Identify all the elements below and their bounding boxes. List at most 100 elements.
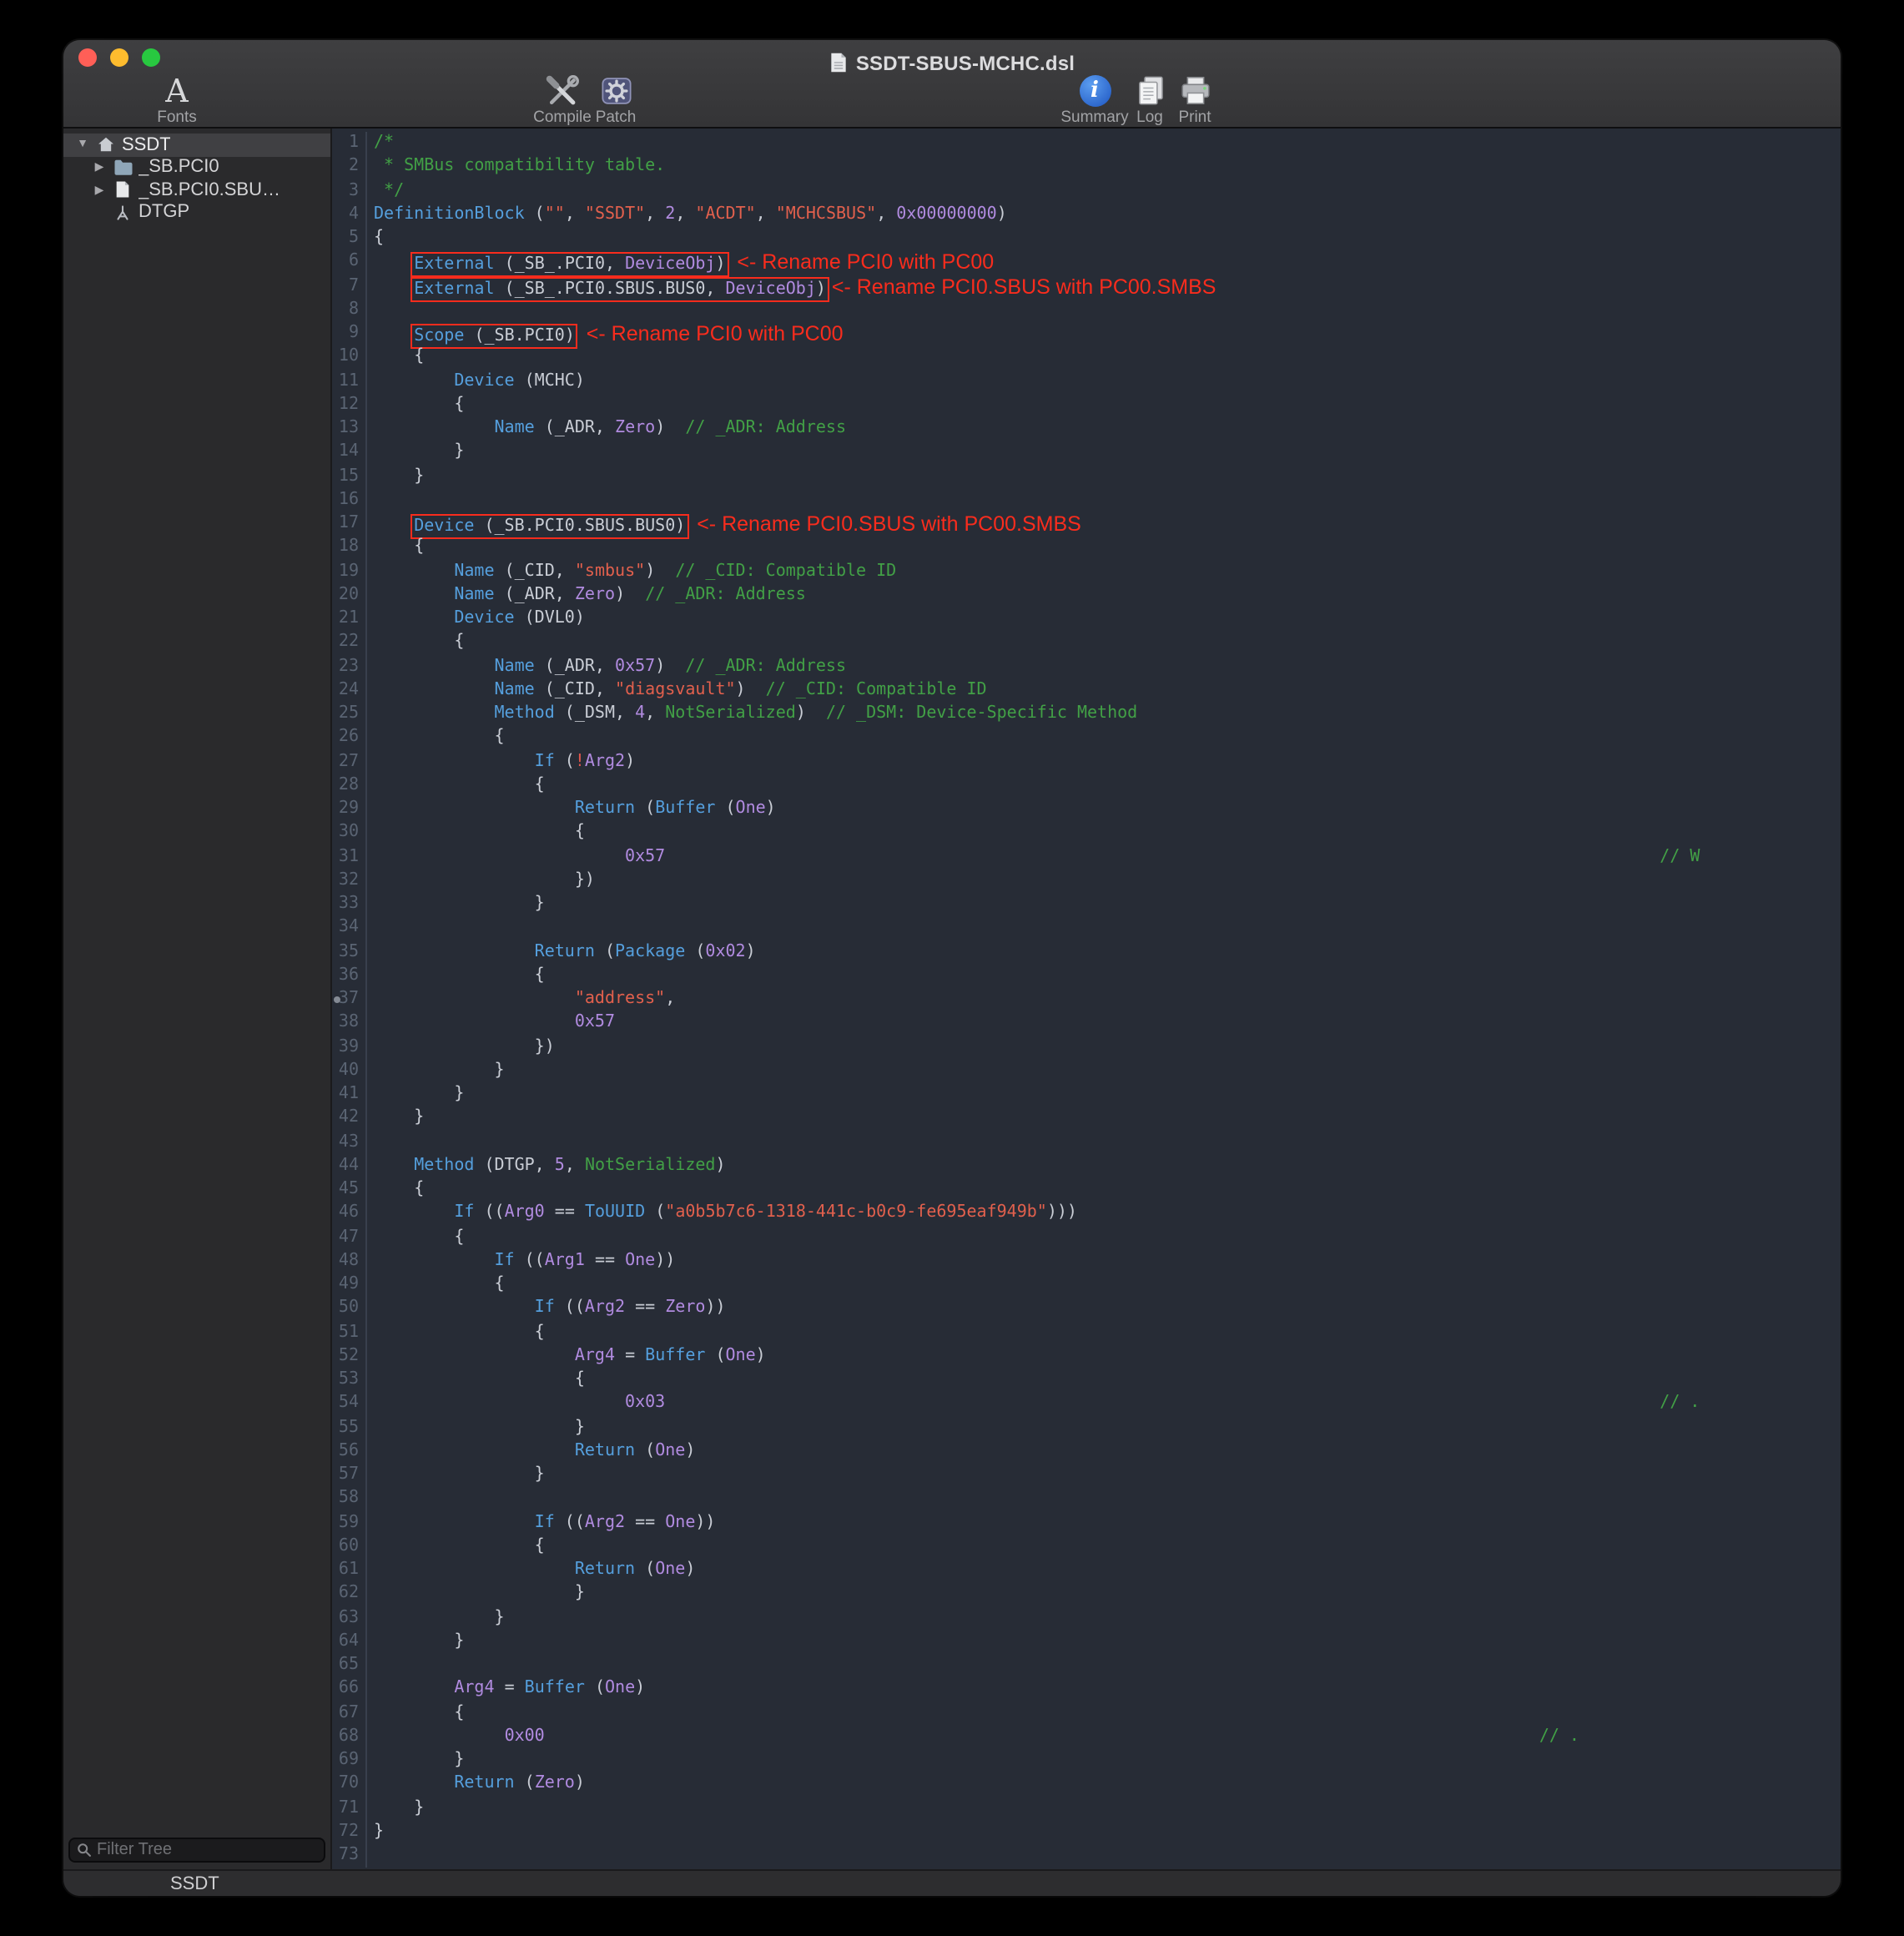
- code-line[interactable]: 36 {: [332, 965, 1841, 989]
- code-line[interactable]: 65: [332, 1654, 1841, 1678]
- code-line[interactable]: 57 }: [332, 1464, 1841, 1488]
- code-line[interactable]: 62 }: [332, 1583, 1841, 1607]
- code-line[interactable]: 16: [332, 489, 1841, 513]
- sidebar-item-dtgp[interactable]: DTGP: [63, 201, 330, 224]
- code-line[interactable]: 51 {: [332, 1321, 1841, 1345]
- sidebar-item-sb-pci0[interactable]: ▶_SB.PCI0: [63, 156, 330, 179]
- code-line[interactable]: 55 }: [332, 1416, 1841, 1440]
- fonts-button[interactable]: A Fonts: [137, 72, 217, 127]
- disclosure-right-icon[interactable]: ▶: [92, 161, 107, 174]
- code-line[interactable]: 39 }): [332, 1036, 1841, 1060]
- code-line[interactable]: 8: [332, 299, 1841, 323]
- close-button[interactable]: [78, 48, 97, 67]
- code-line[interactable]: 26 {: [332, 727, 1841, 751]
- code-line[interactable]: 12 {: [332, 394, 1841, 418]
- code-line[interactable]: 64 }: [332, 1631, 1841, 1655]
- sidebar-item-ssdt[interactable]: ▼SSDT: [63, 134, 330, 156]
- code-line[interactable]: 61 Return (One): [332, 1559, 1841, 1583]
- document-icon: [829, 52, 848, 73]
- code-line[interactable]: 73: [332, 1844, 1841, 1868]
- code-line[interactable]: 19 Name (_CID, "smbus") // _CID: Compati…: [332, 560, 1841, 584]
- code-line[interactable]: 63 }: [332, 1606, 1841, 1631]
- code-line[interactable]: 5{: [332, 227, 1841, 251]
- code-line[interactable]: 9 Scope (_SB.PCI0) <- Rename PCI0 with P…: [332, 322, 1841, 346]
- code-line[interactable]: 43: [332, 1131, 1841, 1155]
- window-title-text: SSDT-SBUS-MCHC.dsl: [856, 51, 1075, 74]
- code-line[interactable]: 54 0x03 // .: [332, 1393, 1841, 1417]
- code-line[interactable]: 32 }): [332, 870, 1841, 894]
- code-editor[interactable]: 1/*2 * SMBus compatibility table.3 */4De…: [332, 129, 1841, 1869]
- code-line[interactable]: 27 If (!Arg2): [332, 750, 1841, 774]
- code-line[interactable]: 20 Name (_ADR, Zero) // _ADR: Address: [332, 584, 1841, 608]
- code-line[interactable]: 52 Arg4 = Buffer (One): [332, 1345, 1841, 1369]
- code-line[interactable]: 37 "address",: [332, 988, 1841, 1012]
- code-line[interactable]: 41 }: [332, 1083, 1841, 1107]
- code-line[interactable]: 56 Return (One): [332, 1440, 1841, 1465]
- code-line[interactable]: 35 Return (Package (0x02): [332, 940, 1841, 965]
- line-number: 41: [332, 1083, 367, 1107]
- code-line[interactable]: 24 Name (_CID, "diagsvault") // _CID: Co…: [332, 679, 1841, 703]
- code-line[interactable]: 48 If ((Arg1 == One)): [332, 1250, 1841, 1274]
- code-line[interactable]: 40 }: [332, 1060, 1841, 1084]
- code-line[interactable]: 49 {: [332, 1273, 1841, 1298]
- code-line[interactable]: 58: [332, 1488, 1841, 1512]
- code-line[interactable]: 22 {: [332, 632, 1841, 656]
- code-line[interactable]: 38 0x57: [332, 1012, 1841, 1036]
- code-line[interactable]: 59 If ((Arg2 == One)): [332, 1511, 1841, 1535]
- disclosure-down-icon[interactable]: ▼: [75, 139, 90, 151]
- code-line-text: {: [367, 1321, 545, 1345]
- code-line[interactable]: 3 */: [332, 179, 1841, 204]
- code-line[interactable]: 30 {: [332, 822, 1841, 846]
- code-line[interactable]: 25 Method (_DSM, 4, NotSerialized) // _D…: [332, 703, 1841, 727]
- code-line[interactable]: 29 Return (Buffer (One): [332, 798, 1841, 822]
- code-line[interactable]: 44 Method (DTGP, 5, NotSerialized): [332, 1155, 1841, 1179]
- code-line[interactable]: 46 If ((Arg0 == ToUUID ("a0b5b7c6-1318-4…: [332, 1202, 1841, 1227]
- print-button[interactable]: Print: [1155, 72, 1235, 127]
- code-line[interactable]: 15 }: [332, 465, 1841, 489]
- code-line[interactable]: 45 {: [332, 1178, 1841, 1202]
- code-line[interactable]: 14 }: [332, 441, 1841, 466]
- code-line[interactable]: 71 }: [332, 1797, 1841, 1821]
- code-line[interactable]: 6 External (_SB_.PCI0, DeviceObj) <- Ren…: [332, 251, 1841, 275]
- code-line[interactable]: 60 {: [332, 1535, 1841, 1560]
- code-line[interactable]: 34: [332, 917, 1841, 941]
- patch-button[interactable]: Patch: [576, 72, 656, 127]
- code-line[interactable]: 70 Return (Zero): [332, 1773, 1841, 1797]
- code-line[interactable]: 68 0x00 // .: [332, 1726, 1841, 1750]
- code-line-text: Name (_CID, "smbus") // _CID: Compatible…: [367, 560, 896, 584]
- code-line[interactable]: 47 {: [332, 1226, 1841, 1250]
- code-line[interactable]: 50 If ((Arg2 == Zero)): [332, 1298, 1841, 1322]
- code-line-text: {: [367, 394, 464, 418]
- code-line[interactable]: 42 }: [332, 1107, 1841, 1132]
- code-line[interactable]: 11 Device (MCHC): [332, 370, 1841, 394]
- code-line[interactable]: 17 Device (_SB.PCI0.SBUS.BUS0) <- Rename…: [332, 512, 1841, 537]
- disclosure-right-icon[interactable]: ▶: [92, 184, 107, 197]
- code-line[interactable]: 10 {: [332, 346, 1841, 371]
- code-line[interactable]: 2 * SMBus compatibility table.: [332, 156, 1841, 180]
- code-area[interactable]: 1/*2 * SMBus compatibility table.3 */4De…: [332, 129, 1841, 1868]
- code-line[interactable]: 72}: [332, 1821, 1841, 1845]
- filter-field[interactable]: [68, 1838, 325, 1863]
- window-title: SSDT-SBUS-MCHC.dsl: [829, 51, 1075, 74]
- code-line[interactable]: 13 Name (_ADR, Zero) // _ADR: Address: [332, 417, 1841, 441]
- code-line[interactable]: 69 }: [332, 1749, 1841, 1773]
- code-line[interactable]: 33 }: [332, 893, 1841, 917]
- sidebar-item-sb-pci0-sbu[interactable]: ▶_SB.PCI0.SBU…: [63, 179, 330, 201]
- line-number: 33: [332, 893, 367, 917]
- zoom-button[interactable]: [142, 48, 160, 67]
- code-line[interactable]: 21 Device (DVL0): [332, 608, 1841, 632]
- code-line[interactable]: 23 Name (_ADR, 0x57) // _ADR: Address: [332, 655, 1841, 679]
- code-line[interactable]: 4DefinitionBlock ("", "SSDT", 2, "ACDT",…: [332, 204, 1841, 228]
- code-line[interactable]: 67 {: [332, 1702, 1841, 1726]
- code-line[interactable]: 28 {: [332, 774, 1841, 799]
- code-line[interactable]: 31 0x57 // W: [332, 845, 1841, 870]
- line-number: 52: [332, 1345, 367, 1369]
- code-line[interactable]: 53 {: [332, 1369, 1841, 1393]
- filter-input[interactable]: [97, 1841, 317, 1859]
- code-line[interactable]: 7 External (_SB_.PCI0.SBUS.BUS0, DeviceO…: [332, 275, 1841, 299]
- code-line[interactable]: 1/*: [332, 132, 1841, 156]
- titlebar[interactable]: SSDT-SBUS-MCHC.dsl: [63, 40, 1841, 75]
- minimize-button[interactable]: [110, 48, 128, 67]
- code-line[interactable]: 66 Arg4 = Buffer (One): [332, 1678, 1841, 1702]
- code-line[interactable]: 18 {: [332, 537, 1841, 561]
